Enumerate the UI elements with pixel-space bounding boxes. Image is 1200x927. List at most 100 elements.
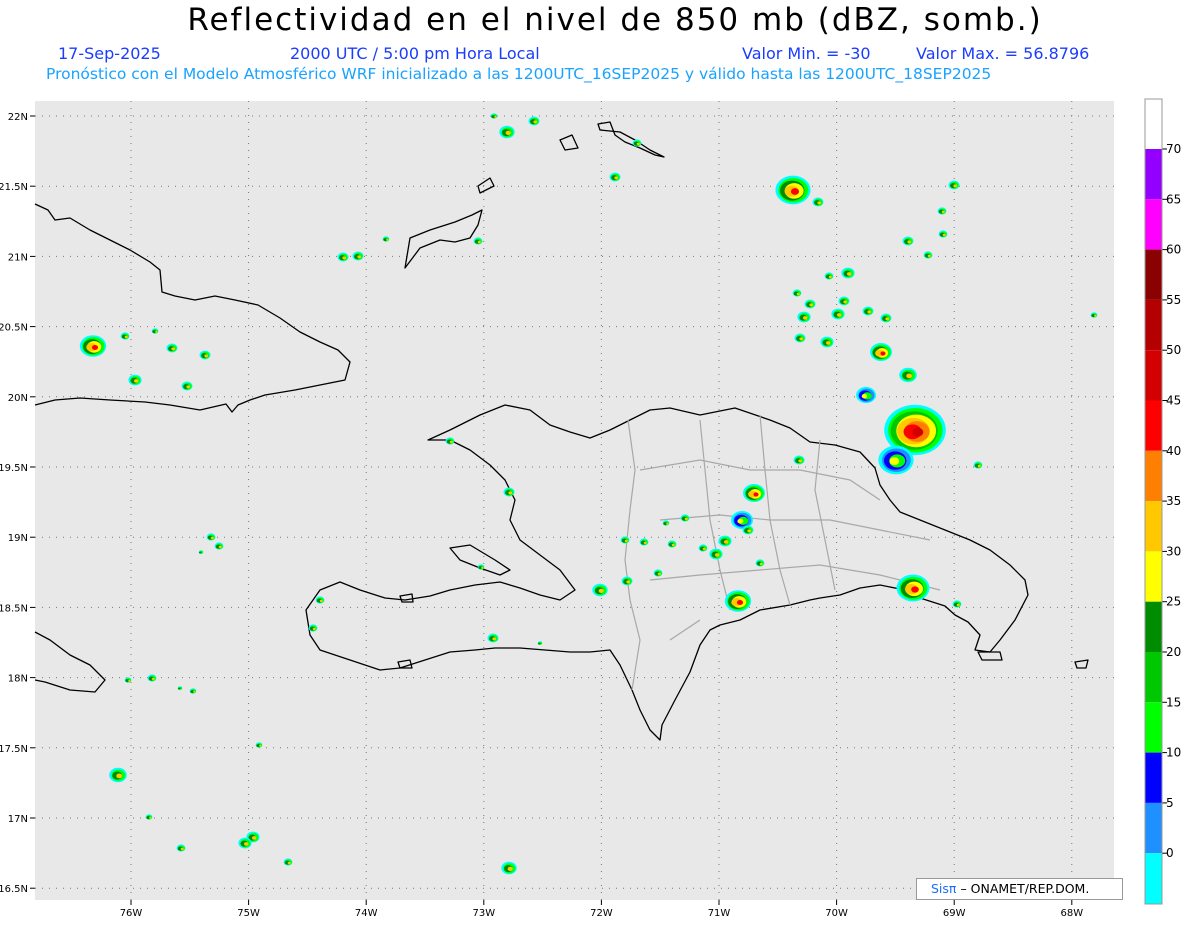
colorbar-label: 10: [1166, 746, 1181, 760]
echo-cell: [698, 544, 708, 552]
echo-cell: [667, 540, 677, 548]
echo-cell: [878, 445, 914, 475]
echo-cell: [537, 641, 543, 645]
longitude-labels: 76W 75W 74W 73W 72W 71W 70W 69W 68W: [120, 900, 1083, 919]
echo-cell: [662, 520, 670, 526]
lon-label: 68W: [1060, 908, 1083, 919]
echo-cell: [181, 381, 193, 391]
echo-cell: [501, 861, 517, 875]
colorbar-swatch: [1145, 802, 1162, 854]
echo-cell: [176, 844, 186, 852]
echo-cell: [147, 674, 157, 682]
lon-label: 69W: [943, 908, 966, 919]
echo-cell: [499, 125, 515, 139]
latitude-labels: 22N 21.5N 21N 20.5N 20N 19.5N 19N 18.5N 18N 17.5N…: [0, 112, 35, 895]
echo-cell: [632, 139, 642, 147]
echo-cell: [621, 576, 633, 586]
lat-label: 21.5N: [0, 182, 28, 193]
echo-cell: [775, 175, 811, 205]
echo-cell: [445, 437, 455, 445]
colorbar: 7065605550454035302520151050: [1145, 99, 1181, 904]
echo-cell: [680, 514, 690, 522]
colorbar-label: 20: [1166, 645, 1181, 659]
colorbar-swatch: [1145, 853, 1162, 904]
echo-cell: [189, 688, 197, 694]
echo-cell: [793, 455, 805, 465]
echo-cell: [937, 207, 947, 215]
echo-cell: [639, 538, 649, 546]
echo-cell: [503, 487, 515, 497]
echo-cell: [214, 542, 224, 550]
echo-cell: [352, 251, 364, 261]
colorbar-swatch: [1145, 501, 1162, 552]
lon-label: 73W: [472, 908, 495, 919]
echo-cell: [315, 596, 325, 604]
colorbar-label: 70: [1166, 142, 1181, 156]
echo-cell: [820, 336, 834, 348]
colorbar-label: 45: [1166, 394, 1181, 408]
credit-text: – ONAMET/REP.DOM.: [960, 881, 1090, 896]
echo-cell: [283, 858, 293, 866]
colorbar-label: 60: [1166, 243, 1181, 257]
echo-cell: [896, 574, 930, 602]
echo-cell: [206, 533, 216, 541]
lon-label: 71W: [708, 908, 731, 919]
colorbar-label: 35: [1166, 494, 1181, 508]
lat-label: 17N: [8, 814, 28, 825]
echo-cell: [718, 535, 732, 547]
echo-cell: [166, 343, 178, 353]
credit-box: Sisπ – ONAMET/REP.DOM.: [916, 878, 1123, 900]
echo-cell: [382, 236, 390, 242]
echo-cell: [856, 386, 876, 404]
colorbar-label: 0: [1166, 846, 1174, 860]
colorbar-swatch: [1145, 249, 1162, 300]
echo-cell: [938, 230, 948, 238]
echo-cell: [528, 116, 540, 126]
echo-cell: [145, 814, 153, 820]
echo-cell: [487, 633, 499, 643]
echo-cell: [473, 237, 483, 245]
echo-cell: [198, 550, 204, 554]
lat-label: 17.5N: [0, 744, 28, 755]
echo-cell: [831, 308, 845, 320]
echo-cell: [128, 374, 142, 386]
echo-cell: [238, 837, 252, 849]
lat-label: 20.5N: [0, 323, 28, 334]
colorbar-swatch: [1145, 299, 1162, 351]
lat-label: 18N: [8, 674, 28, 685]
lat-label: 19N: [8, 533, 28, 544]
echo-cell: [609, 172, 621, 182]
map-svg: 22N 21.5N 21N 20.5N 20N 19.5N 19N 18.5N 18N 17.5N…: [0, 98, 1181, 919]
colorbar-label: 40: [1166, 444, 1181, 458]
echo-cell: [838, 296, 850, 306]
colorbar-label: 65: [1166, 192, 1181, 206]
echo-cell: [792, 289, 802, 297]
echo-cell: [804, 299, 816, 309]
echo-cell: [120, 332, 130, 340]
colorbar-label: 25: [1166, 595, 1181, 609]
lon-label: 72W: [590, 908, 613, 919]
colorbar-label: 30: [1166, 544, 1181, 558]
echo-cell: [755, 559, 765, 567]
echo-cell: [899, 367, 917, 383]
lon-label: 70W: [825, 908, 848, 919]
echo-cell: [79, 335, 107, 357]
lon-label: 76W: [120, 908, 143, 919]
echo-cell: [880, 313, 892, 323]
echo-cell: [724, 590, 752, 612]
graticule: [35, 101, 1114, 900]
colorbar-swatch: [1145, 601, 1162, 652]
echo-cell: [952, 600, 962, 608]
credit-brand: Sisπ: [931, 881, 957, 896]
echo-cell: [812, 197, 824, 207]
echo-cell: [109, 767, 127, 783]
colorbar-swatch: [1145, 702, 1162, 753]
colorbar-swatch: [1145, 350, 1162, 401]
echo-cell: [841, 267, 855, 279]
echo-cell: [199, 350, 211, 360]
colorbar-swatch: [1145, 149, 1162, 200]
echo-cell: [870, 343, 892, 361]
lat-label: 22N: [8, 112, 28, 123]
colorbar-swatch: [1145, 752, 1162, 803]
echo-cell: [742, 525, 754, 535]
